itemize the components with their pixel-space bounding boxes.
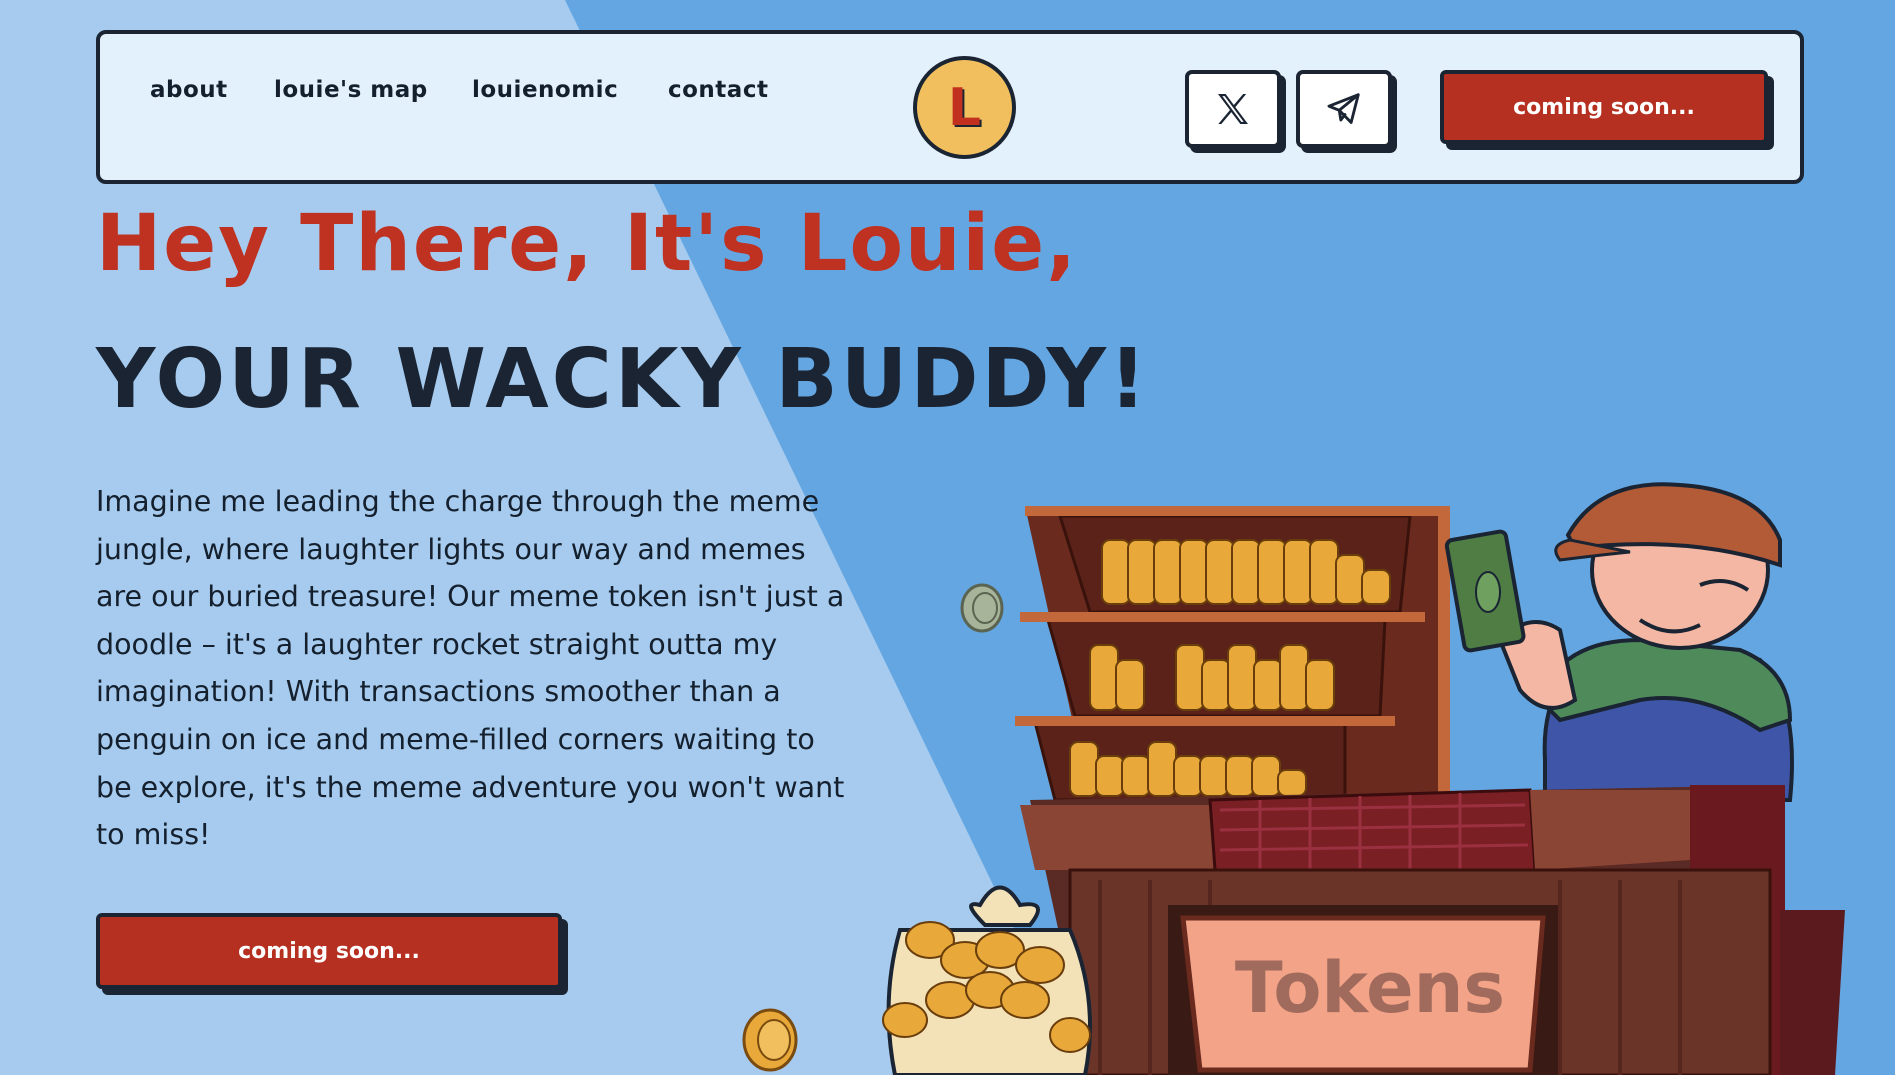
louie-character	[1497, 482, 1794, 802]
cash-bundle-icon	[1444, 529, 1526, 653]
tokens-sign: Tokens	[1168, 905, 1558, 1075]
floating-coin-gold-icon	[742, 1008, 798, 1072]
floating-coin-grey-icon	[960, 583, 1004, 633]
token-shop-illustration: Tokens	[742, 482, 1845, 1075]
tokens-sign-text: Tokens	[1235, 947, 1505, 1029]
